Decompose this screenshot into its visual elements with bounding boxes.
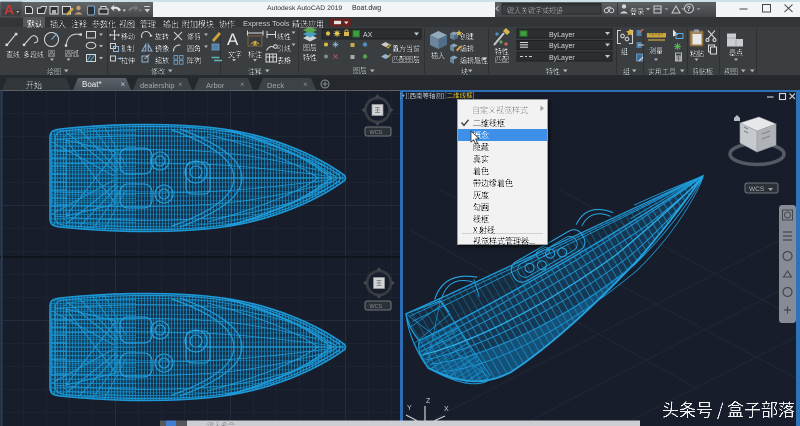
svg-text:A: A bbox=[227, 30, 239, 49]
svg-text:A: A bbox=[4, 2, 14, 18]
